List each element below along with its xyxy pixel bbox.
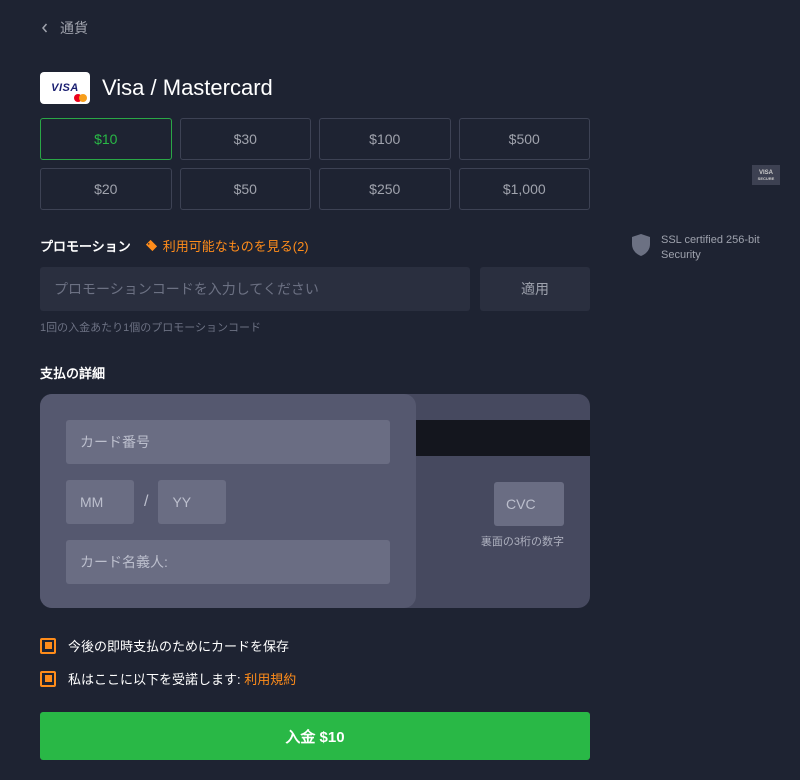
expiry-month-input[interactable] bbox=[66, 480, 134, 524]
promo-code-input[interactable] bbox=[40, 267, 470, 311]
payment-method-header: VISA Visa / Mastercard bbox=[40, 72, 590, 104]
promo-apply-button[interactable]: 適用 bbox=[480, 267, 590, 311]
back-label: 通貨 bbox=[60, 18, 88, 38]
payment-section-label: 支払の詳細 bbox=[40, 363, 590, 382]
amount-option-500[interactable]: $500 bbox=[459, 118, 591, 160]
save-card-checkbox[interactable] bbox=[40, 638, 56, 654]
amount-option-20[interactable]: $20 bbox=[40, 168, 172, 210]
amount-option-1000[interactable]: $1,000 bbox=[459, 168, 591, 210]
magnetic-stripe bbox=[390, 420, 590, 456]
promo-helper-text: 1回の入金あたり1個のプロモーションコード bbox=[40, 319, 590, 335]
save-card-label: 今後の即時支払のためにカードを保存 bbox=[68, 636, 289, 655]
visa-secure-badge: VISA SECURE bbox=[752, 165, 780, 185]
deposit-button[interactable]: 入金 $10 bbox=[40, 712, 590, 760]
expiry-separator: / bbox=[144, 493, 148, 511]
back-nav[interactable]: 通貨 bbox=[40, 0, 590, 48]
promo-available-link[interactable]: 利用可能なものを見る(2) bbox=[145, 236, 309, 255]
amount-option-250[interactable]: $250 bbox=[319, 168, 451, 210]
terms-checkbox[interactable] bbox=[40, 671, 56, 687]
amount-option-50[interactable]: $50 bbox=[180, 168, 312, 210]
shield-icon bbox=[630, 233, 652, 257]
cardholder-input[interactable] bbox=[66, 540, 390, 584]
promo-link-text: 利用可能なものを見る(2) bbox=[163, 236, 309, 255]
tag-icon bbox=[145, 239, 158, 252]
card-number-input[interactable] bbox=[66, 420, 390, 464]
terms-link[interactable]: 利用規約 bbox=[244, 672, 296, 687]
card-back: 裏面の3桁の数字 bbox=[390, 394, 590, 608]
amount-option-30[interactable]: $30 bbox=[180, 118, 312, 160]
expiry-year-input[interactable] bbox=[158, 480, 226, 524]
cvc-input[interactable] bbox=[494, 482, 564, 526]
card-entry-panel: 裏面の3桁の数字 / bbox=[40, 394, 590, 608]
chevron-left-icon bbox=[40, 23, 50, 33]
amount-grid: $10 $30 $100 $500 $20 $50 $250 $1,000 bbox=[40, 118, 590, 210]
promo-section-label: プロモーション bbox=[40, 236, 131, 255]
amount-option-100[interactable]: $100 bbox=[319, 118, 451, 160]
ssl-info: SSL certified 256-bit Security bbox=[630, 233, 780, 263]
ssl-text: SSL certified 256-bit Security bbox=[661, 233, 780, 263]
cvc-hint: 裏面の3桁の数字 bbox=[481, 533, 564, 549]
terms-label: 私はここに以下を受諾します: 利用規約 bbox=[68, 669, 296, 688]
amount-option-10[interactable]: $10 bbox=[40, 118, 172, 160]
page-title: Visa / Mastercard bbox=[102, 75, 273, 101]
visa-mastercard-logo: VISA bbox=[40, 72, 90, 104]
card-front: / bbox=[40, 394, 416, 608]
